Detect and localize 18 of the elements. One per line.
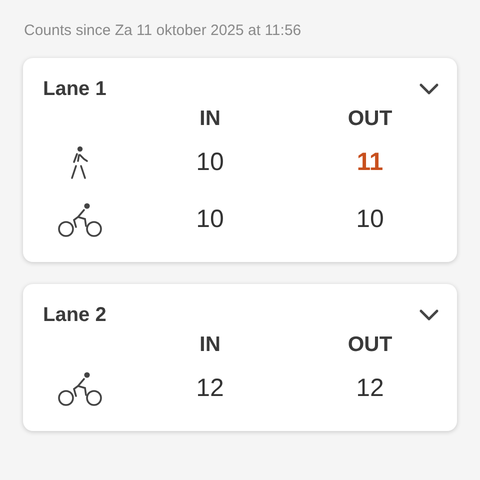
cyclist-icon	[57, 370, 103, 406]
chevron-icon[interactable]	[419, 83, 439, 95]
cyclist-icon	[57, 202, 103, 238]
chevron-icon[interactable]	[419, 309, 439, 321]
column-header: IN	[198, 106, 222, 132]
count-value: 10	[195, 204, 225, 235]
count-value: 11	[356, 146, 384, 178]
lane-title: Lane 2	[43, 303, 106, 328]
count-value: 10	[195, 146, 225, 178]
count-value: 10	[355, 204, 385, 235]
column-header: OUT	[346, 332, 394, 358]
lane-title: Lane 1	[43, 77, 106, 102]
walking-person-icon	[69, 146, 91, 180]
counts-since-text: Counts since Za 11 oktober 2025 at 11:56	[23, 21, 302, 41]
column-header: IN	[198, 332, 222, 358]
count-value: 12	[355, 372, 385, 404]
count-value: 12	[195, 372, 225, 404]
column-header: OUT	[346, 106, 394, 132]
